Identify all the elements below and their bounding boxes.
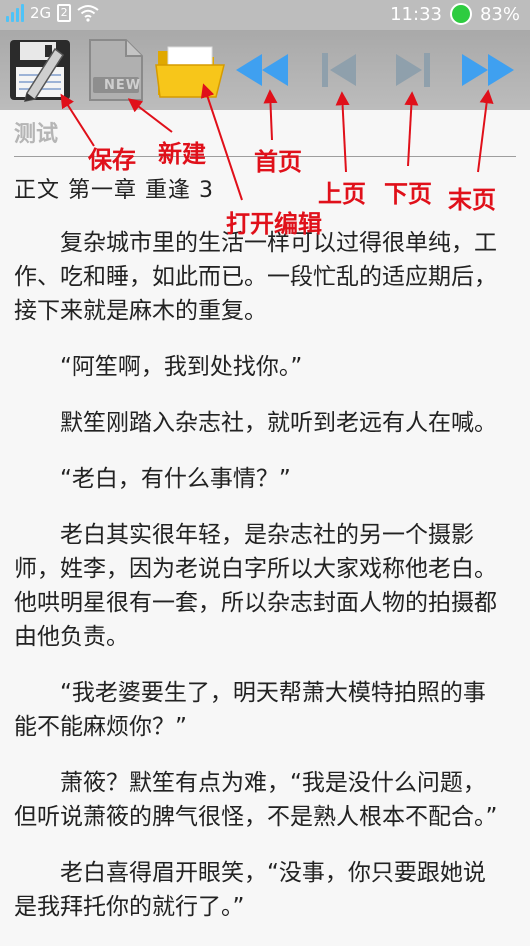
- document-title: 测试: [14, 122, 59, 147]
- first-page-button[interactable]: [232, 36, 294, 104]
- paragraph: 默笙刚踏入杂志社，就听到老远有人在喊。: [60, 410, 497, 436]
- paragraph: 老白其实很年轻，是杂志社的另一个摄影师，姓李，因为老说白字所以大家戏称他老白。他…: [14, 522, 497, 650]
- status-bar: 2G 2 11:33 83%: [0, 0, 530, 30]
- annotation-save: 保存: [88, 145, 136, 174]
- paragraph: “阿笙啊，我到处找你。”: [60, 354, 303, 380]
- battery-icon: [449, 3, 472, 25]
- annotation-next-page: 下页: [384, 179, 432, 208]
- network-type: 2G: [30, 4, 52, 22]
- wifi-icon: [77, 5, 99, 22]
- open-edit-button[interactable]: [154, 36, 228, 104]
- next-page-button[interactable]: [386, 36, 440, 104]
- skip-next-icon: [396, 53, 430, 87]
- double-chevron-right-icon: [462, 54, 514, 86]
- clock: 11:33: [390, 3, 442, 25]
- skip-previous-icon: [322, 53, 356, 87]
- paragraph: 萧筱？默笙有点为难，“我是没什么问题，但听说萧筱的脾气很怪，不是熟人根本不配合。…: [14, 770, 498, 830]
- annotation-previous-page: 上页: [318, 179, 366, 208]
- paragraph: 老白喜得眉开眼笑，“没事，你只要跟她说是我拜托你的就行了。”: [14, 860, 486, 920]
- double-chevron-left-icon: [236, 54, 288, 86]
- last-page-button[interactable]: [456, 36, 518, 104]
- status-left: 2G 2: [6, 4, 99, 22]
- new-badge-label: NEW: [104, 78, 142, 93]
- paragraph: “老白，有什么事情？”: [60, 466, 291, 492]
- annotation-open-edit: 打开编辑: [226, 209, 322, 238]
- annotation-new: 新建: [158, 139, 206, 168]
- annotation-first-page: 首页: [254, 147, 302, 176]
- floppy-disk-pencil-icon: [10, 40, 70, 102]
- new-button[interactable]: NEW: [82, 36, 148, 104]
- new-document-icon: [89, 39, 143, 101]
- previous-page-button[interactable]: [312, 36, 366, 104]
- paragraph: 复杂城市里的生活一样可以过得很单纯，工作、吃和睡，如此而已。一段忙乱的适应期后，…: [14, 230, 497, 324]
- paragraph: “我老婆要生了，明天帮萧大模特拍照的事能不能麻烦你？”: [14, 680, 486, 740]
- folder-open-icon: [155, 46, 225, 98]
- signal-icon: [6, 4, 24, 22]
- status-right: 11:33 83%: [390, 3, 520, 25]
- annotation-last-page: 末页: [448, 185, 496, 214]
- chapter-heading: 正文 第一章 重逢 3: [14, 178, 214, 203]
- chapter-content[interactable]: 复杂城市里的生活一样可以过得很单纯，工作、吃和睡，如此而已。一段忙乱的适应期后，…: [14, 226, 504, 946]
- toolbar: NEW: [0, 30, 530, 110]
- save-button[interactable]: [6, 36, 74, 104]
- battery-level: 83%: [479, 3, 520, 25]
- sim-icon: 2: [57, 4, 72, 22]
